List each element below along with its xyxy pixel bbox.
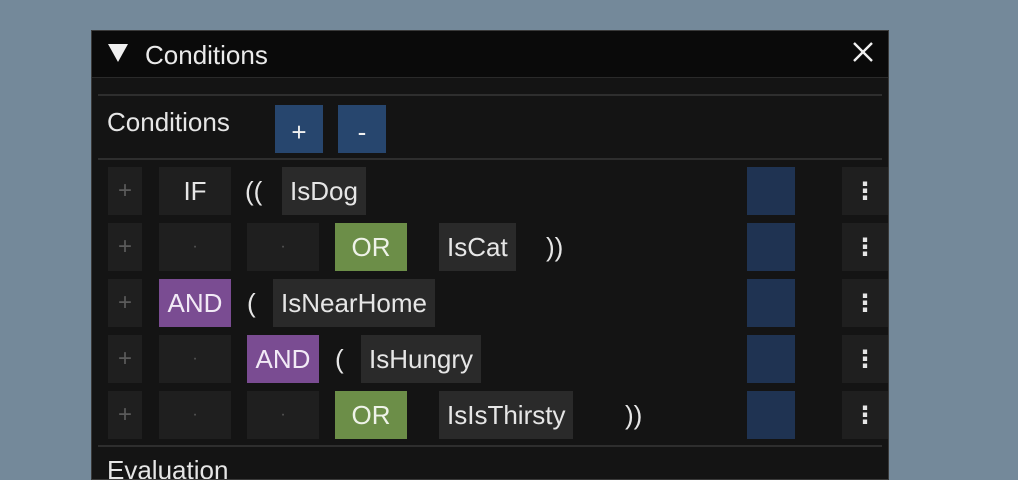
condition-name[interactable]: IsCat [439,223,516,271]
condition-slot[interactable] [747,279,795,327]
collapse-arrow-icon[interactable] [108,44,128,62]
indent-placeholder: · [247,391,319,439]
close-button[interactable] [848,37,878,67]
condition-slot[interactable] [747,223,795,271]
divider [98,158,882,160]
operator-and[interactable]: AND [247,335,319,383]
close-paren: )) [546,231,564,262]
window-title: Conditions [145,40,268,70]
close-icon [853,42,873,62]
row-add-button[interactable]: + [108,391,142,439]
operator-if[interactable]: IF [159,167,231,215]
row-add-button[interactable]: + [108,167,142,215]
add-condition-button[interactable]: + [275,105,323,153]
divider [98,94,882,96]
conditions-window: Conditions Conditions + - + IF (( IsDog … [91,30,889,480]
kebab-icon: ⋮ [853,233,877,261]
indent-placeholder: · [247,223,319,271]
row-add-button[interactable]: + [108,279,142,327]
indent-placeholder: · [159,223,231,271]
operator-or[interactable]: OR [335,391,407,439]
condition-slot[interactable] [747,335,795,383]
row-menu-button[interactable]: ⋮ [842,223,888,271]
operator-or[interactable]: OR [335,223,407,271]
kebab-icon: ⋮ [853,289,877,317]
open-paren: (( [245,175,263,206]
next-section-label: Evaluation [107,455,229,480]
row-menu-button[interactable]: ⋮ [842,167,888,215]
divider [98,445,882,447]
operator-and[interactable]: AND [159,279,231,327]
row-add-button[interactable]: + [108,335,142,383]
close-paren: )) [625,399,643,430]
open-paren: ( [247,287,256,318]
remove-condition-button[interactable]: - [338,105,386,153]
condition-name[interactable]: IsNearHome [273,279,435,327]
indent-placeholder: · [159,391,231,439]
row-menu-button[interactable]: ⋮ [842,335,888,383]
open-paren: ( [335,343,344,374]
section-label: Conditions [107,107,230,137]
row-menu-button[interactable]: ⋮ [842,391,888,439]
condition-slot[interactable] [747,167,795,215]
indent-placeholder: · [159,335,231,383]
window-titlebar[interactable]: Conditions [92,31,888,78]
kebab-icon: ⋮ [853,345,877,373]
row-menu-button[interactable]: ⋮ [842,279,888,327]
condition-name[interactable]: IsIsThirsty [439,391,574,439]
row-add-button[interactable]: + [108,223,142,271]
condition-name[interactable]: IsDog [282,167,366,215]
kebab-icon: ⋮ [853,177,877,205]
condition-slot[interactable] [747,391,795,439]
kebab-icon: ⋮ [853,401,877,429]
condition-name[interactable]: IsHungry [361,335,482,383]
